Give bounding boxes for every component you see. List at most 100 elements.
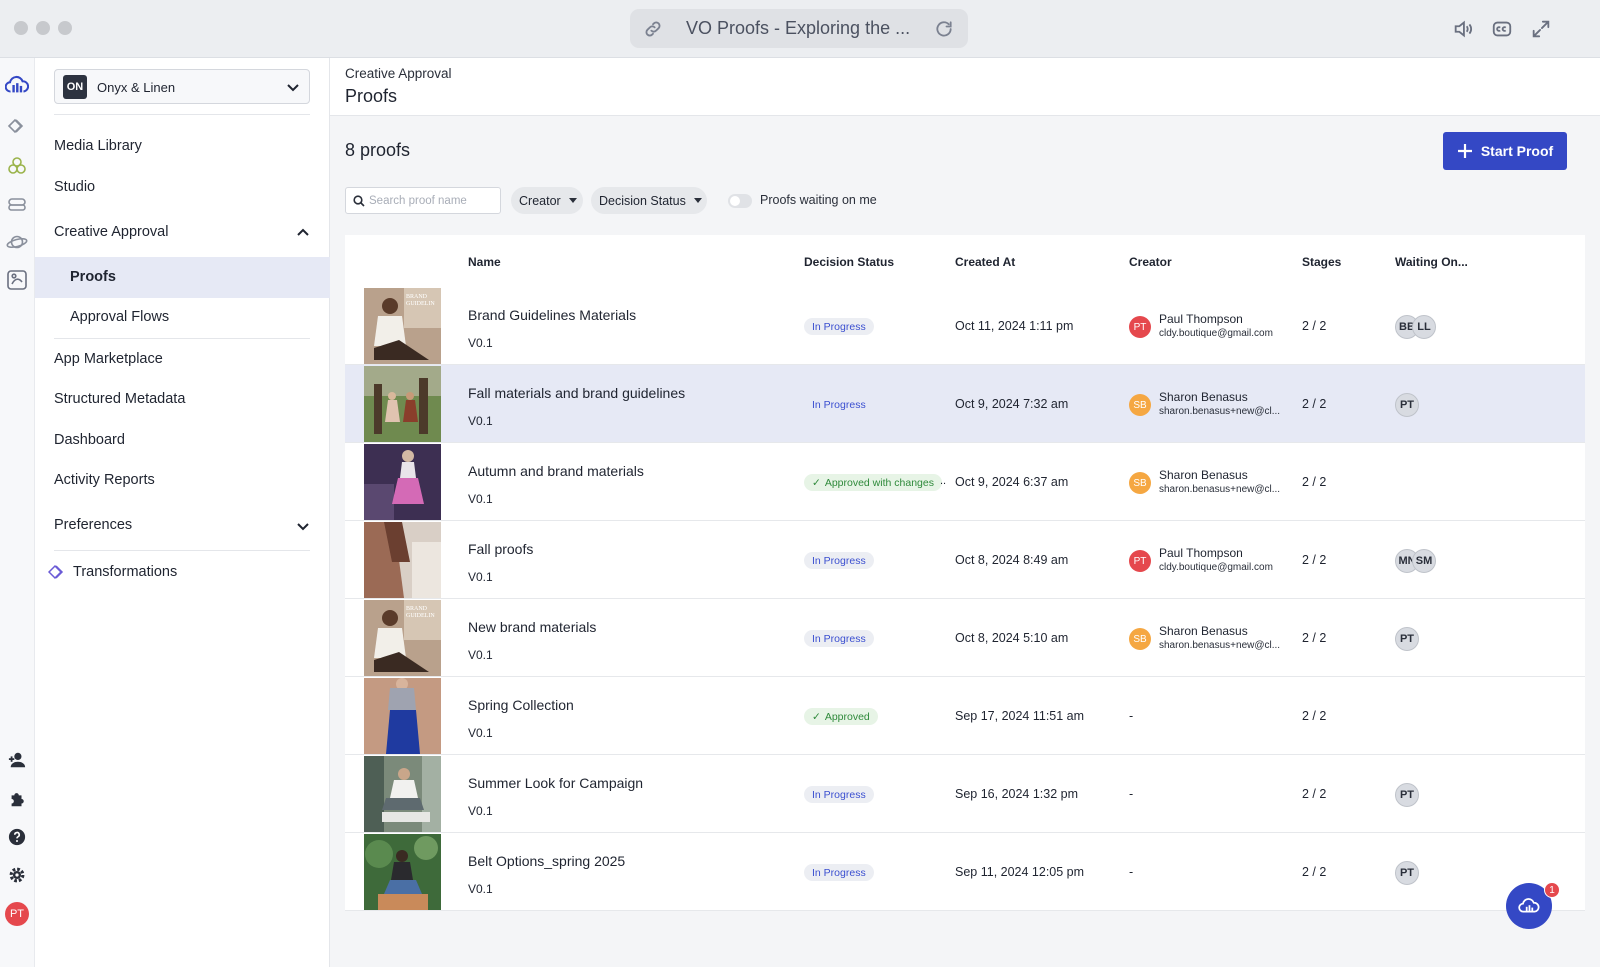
chevron-down-icon (287, 84, 299, 92)
user-avatar[interactable]: PT (5, 902, 29, 926)
proof-name[interactable]: Spring Collection (468, 697, 574, 713)
stages: 2 / 2 (1302, 475, 1327, 489)
sidebar-item-app-marketplace[interactable]: App Marketplace (54, 351, 163, 367)
proof-version: V0.1 (468, 414, 493, 428)
table-row[interactable]: Fall proofs V0.1 In Progress Oct 8, 2024… (345, 521, 1585, 599)
decision-status-filter-label: Decision Status (599, 193, 686, 208)
column-header-created-at[interactable]: Created At (955, 255, 1015, 269)
creator-name: - (1129, 709, 1134, 723)
waiting-on-me-label: Proofs waiting on me (760, 193, 877, 207)
created-at: Oct 8, 2024 5:10 am (955, 631, 1069, 645)
proof-version: V0.1 (468, 726, 493, 740)
fullscreen-icon[interactable] (1530, 18, 1552, 40)
sidebar-item-creative-approval[interactable]: Creative Approval (54, 224, 168, 240)
proof-name[interactable]: New brand materials (468, 619, 596, 635)
start-proof-button[interactable]: Start Proof (1443, 132, 1567, 170)
transformations-app-icon[interactable] (5, 114, 29, 138)
creator-email: cldy.boutique@gmail.com (1159, 328, 1273, 339)
window-minimize-button[interactable] (36, 21, 50, 35)
sidebar-item-activity-reports[interactable]: Activity Reports (54, 472, 155, 488)
table-row[interactable]: Autumn and brand materials V0.1 ✓ Approve… (345, 443, 1585, 521)
creator-name: - (1129, 787, 1134, 801)
proofs-table: Name Decision Status Created At Creator … (345, 235, 1585, 911)
svg-text:BRAND: BRAND (406, 294, 428, 300)
divider (54, 550, 310, 551)
settings-icon[interactable] (5, 863, 29, 887)
creator-name: Paul Thompson (1159, 546, 1243, 560)
plus-icon (1457, 144, 1472, 158)
created-at: Oct 8, 2024 8:49 am (955, 553, 1069, 567)
creator-email: cldy.boutique@gmail.com (1159, 562, 1273, 573)
divider (54, 338, 310, 339)
status-label: In Progress (812, 320, 866, 333)
chevron-up-icon[interactable] (295, 225, 311, 241)
proof-name[interactable]: Brand Guidelines Materials (468, 307, 636, 323)
svg-text:GUIDELIN: GUIDELIN (406, 301, 435, 307)
cloud-logo-icon[interactable] (5, 73, 29, 97)
proof-name[interactable]: Belt Options_spring 2025 (468, 853, 625, 869)
puzzle-icon[interactable] (5, 787, 29, 811)
reload-icon[interactable] (934, 19, 954, 39)
creator-email: sharon.benasus+new@cl... (1159, 484, 1281, 495)
proof-thumbnail (364, 834, 441, 910)
sidebar-item-proofs[interactable]: Proofs (35, 257, 330, 298)
svg-text:GUIDELIN: GUIDELIN (406, 613, 435, 619)
created-at: Sep 17, 2024 11:51 am (955, 709, 1085, 723)
caret-down-icon (568, 198, 577, 203)
video-app-icon[interactable] (5, 192, 29, 216)
sidebar-item-approval-flows[interactable]: Approval Flows (35, 297, 330, 338)
proof-thumbnail (364, 444, 441, 520)
table-row[interactable]: Belt Options_spring 2025 V0.1 In Progres… (345, 833, 1585, 911)
stages: 2 / 2 (1302, 553, 1327, 567)
status-label: In Progress (812, 788, 866, 801)
help-icon[interactable] (5, 825, 29, 849)
sidebar-item-transformations[interactable]: Transformations (73, 564, 177, 580)
creator-filter-label: Creator (519, 193, 561, 208)
table-row[interactable]: Summer Look for Campaign V0.1 In Progres… (345, 755, 1585, 833)
waiting-on-me-toggle[interactable] (728, 194, 752, 208)
captions-icon[interactable] (1491, 18, 1513, 40)
sidebar-item-dashboard[interactable]: Dashboard (54, 432, 125, 448)
assets-app-icon[interactable] (5, 154, 29, 178)
column-header-waiting-on[interactable]: Waiting On... (1395, 255, 1468, 269)
decision-status-filter[interactable]: Decision Status (591, 187, 707, 214)
table-row[interactable]: BRAND GUIDELIN Brand Guidelines Materials… (345, 287, 1585, 365)
column-header-decision-status[interactable]: Decision Status (804, 255, 894, 269)
proof-name[interactable]: Fall materials and brand guidelines (468, 385, 685, 401)
main-content: Creative Approval Proofs 8 proofs Start … (330, 58, 1600, 967)
check-icon: ✓ (812, 476, 821, 489)
invite-user-icon[interactable] (5, 748, 29, 772)
sidebar-item-structured-metadata[interactable]: Structured Metadata (54, 391, 185, 407)
table-row[interactable]: BRAND GUIDELIN New brand materials V0.1 I… (345, 599, 1585, 677)
app-rail: PT (0, 58, 35, 967)
window-zoom-button[interactable] (58, 21, 72, 35)
creative-approval-app-icon[interactable] (5, 268, 29, 292)
proof-name[interactable]: Summer Look for Campaign (468, 775, 643, 791)
waiting-avatar: PT (1395, 861, 1419, 885)
table-row[interactable]: Spring Collection V0.1 ✓ Approved Sep 17,… (345, 677, 1585, 755)
org-selector[interactable]: ON Onyx & Linen (54, 69, 310, 104)
window-close-button[interactable] (14, 21, 28, 35)
sidebar: ON Onyx & Linen Media Library Studio Cre… (35, 58, 330, 967)
divider (54, 114, 310, 115)
proof-version: V0.1 (468, 492, 493, 506)
chevron-down-icon[interactable] (295, 518, 311, 534)
sidebar-item-media-library[interactable]: Media Library (54, 138, 142, 154)
volume-icon[interactable] (1452, 18, 1474, 40)
breadcrumb[interactable]: Creative Approval (345, 66, 452, 81)
creator-name: Sharon Benasus (1159, 390, 1248, 404)
sidebar-item-studio[interactable]: Studio (54, 179, 95, 195)
sidebar-item-preferences[interactable]: Preferences (54, 517, 132, 533)
table-row[interactable]: Fall materials and brand guidelines V0.1… (345, 365, 1585, 443)
column-header-name[interactable]: Name (468, 255, 501, 269)
proof-name[interactable]: Fall proofs (468, 541, 533, 557)
creator-filter[interactable]: Creator (511, 187, 583, 214)
search-placeholder: Search proof name (369, 195, 467, 207)
column-header-stages[interactable]: Stages (1302, 255, 1341, 269)
search-input[interactable]: Search proof name (345, 187, 501, 214)
planet-app-icon[interactable] (5, 230, 29, 254)
column-header-creator[interactable]: Creator (1129, 255, 1172, 269)
address-bar[interactable]: VO Proofs - Exploring the ... (630, 9, 968, 48)
created-at: Oct 9, 2024 7:32 am (955, 397, 1069, 411)
proof-name[interactable]: Autumn and brand materials (468, 463, 644, 479)
